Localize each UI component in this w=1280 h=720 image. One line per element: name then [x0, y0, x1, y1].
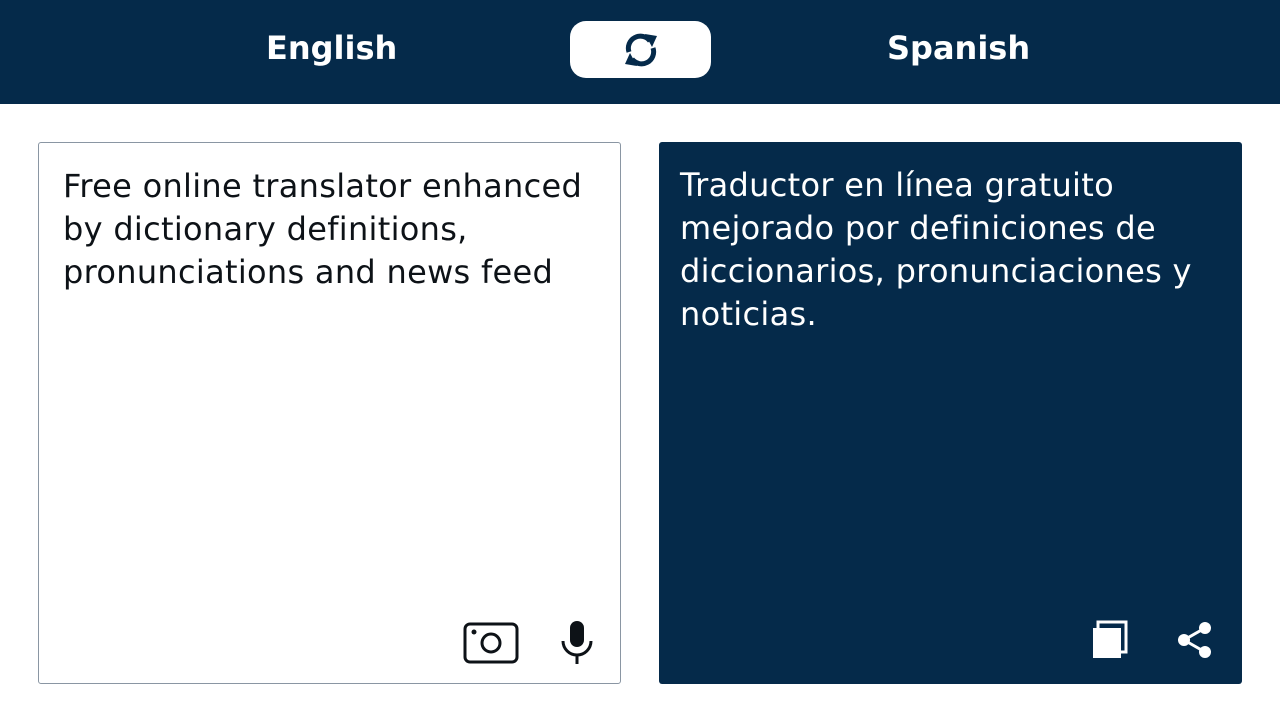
swap-arrows-icon — [624, 33, 657, 66]
source-text[interactable]: Free online translator enhanced by dicti… — [63, 165, 592, 294]
microphone-icon — [561, 621, 593, 664]
share-icon — [1178, 622, 1211, 658]
target-language-selector[interactable]: Spanish — [887, 26, 1030, 70]
camera-button[interactable] — [463, 621, 519, 665]
share-button[interactable] — [1175, 620, 1215, 660]
language-bar: English Spanish — [0, 0, 1280, 104]
source-text-panel[interactable]: Free online translator enhanced by dicti… — [38, 142, 621, 684]
microphone-button[interactable] — [559, 619, 595, 665]
translation-panel: Traductor en línea gratuito mejorado por… — [659, 142, 1242, 684]
copy-icon — [1093, 620, 1128, 658]
copy-button[interactable] — [1091, 620, 1129, 660]
source-language-selector[interactable]: English — [266, 26, 397, 70]
swap-languages-button[interactable] — [570, 21, 711, 78]
camera-icon — [463, 622, 519, 664]
translated-text: Traductor en línea gratuito mejorado por… — [680, 166, 1192, 333]
